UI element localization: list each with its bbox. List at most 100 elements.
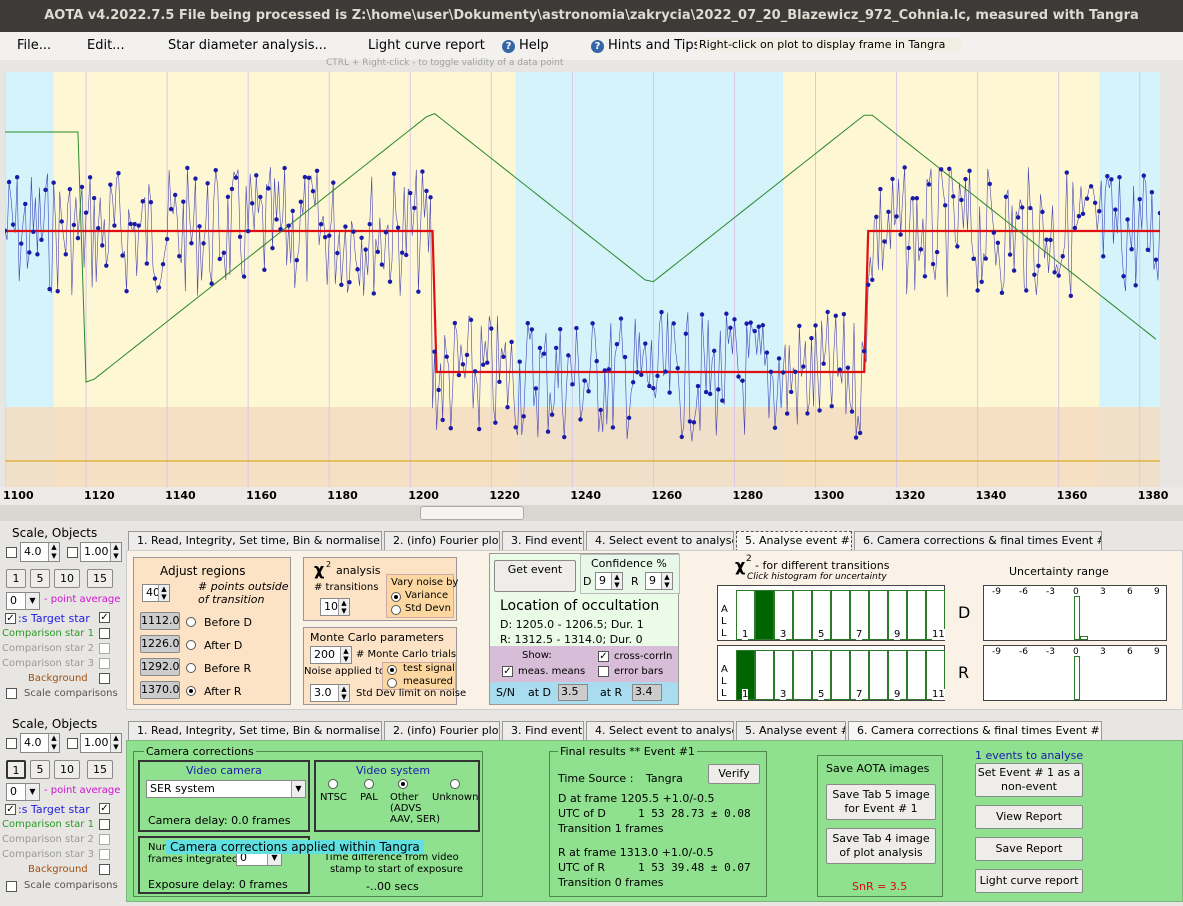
spin-arrows-icon[interactable]: ▲ ▼ xyxy=(340,647,351,663)
background-checkbox[interactable] xyxy=(99,673,110,684)
std-devn-radio[interactable] xyxy=(391,605,401,615)
tab-camera-corrections[interactable]: 6. Camera corrections & final times Even… xyxy=(854,531,1102,551)
pal-radio[interactable] xyxy=(364,779,374,789)
histogram-r[interactable]: A L L 1 3 5 7 9 11 xyxy=(717,645,945,701)
after-d-value[interactable]: 1226.0 xyxy=(140,635,180,653)
target-star-checkbox[interactable]: ✓ xyxy=(5,613,16,624)
test-signal-radio[interactable] xyxy=(387,665,397,675)
menu-file[interactable]: File... xyxy=(17,38,51,53)
spin-arrows-icon[interactable]: ▲ ▼ xyxy=(158,585,169,601)
spin-arrows-icon[interactable]: ▲ ▼ xyxy=(48,543,59,561)
tab-camera-corrections[interactable]: 6. Camera corrections & final times Even… xyxy=(848,721,1102,742)
menu-star-diameter[interactable]: Star diameter analysis... xyxy=(168,38,327,53)
scale-checkbox[interactable] xyxy=(6,738,17,749)
other-radio[interactable] xyxy=(398,779,408,789)
comparison-1-checkbox[interactable] xyxy=(99,819,110,830)
save-tab4-button[interactable]: Save Tab 4 image of plot analysis xyxy=(826,828,936,864)
menu-light-curve-report[interactable]: Light curve report xyxy=(368,38,485,53)
save-report-button[interactable]: Save Report xyxy=(975,837,1083,861)
get-event-button[interactable]: Get event xyxy=(494,560,576,592)
scale-checkbox[interactable] xyxy=(6,547,17,558)
tab-fourier[interactable]: 2. (info) Fourier plot xyxy=(384,531,500,551)
tab-find-events[interactable]: 3. Find events xyxy=(502,721,584,741)
plot-scrollbar[interactable] xyxy=(0,505,1160,521)
tab-fourier[interactable]: 2. (info) Fourier plot xyxy=(384,721,500,741)
light-curve-plot[interactable] xyxy=(5,72,1160,487)
bin-5-button[interactable]: 5 xyxy=(30,569,50,588)
bin-15-button[interactable]: 15 xyxy=(87,569,113,588)
spin-arrows-icon[interactable]: ▲ ▼ xyxy=(110,543,121,561)
point-average-select[interactable]: 0 ▼ xyxy=(6,592,40,610)
hist-bar[interactable] xyxy=(793,590,812,640)
tab-read-integrity[interactable]: 1. Read, Integrity, Set time, Bin & norm… xyxy=(128,531,382,551)
tab-select-event[interactable]: 4. Select event to analyse xyxy=(586,721,734,741)
menu-edit[interactable]: Edit... xyxy=(87,38,125,53)
bin-1-button[interactable]: 1 xyxy=(6,760,26,779)
after-r-value[interactable]: 1370.0 xyxy=(140,681,180,699)
comparison-3-checkbox[interactable] xyxy=(99,849,110,860)
error-bars-checkbox[interactable] xyxy=(598,666,609,677)
after-d-radio[interactable] xyxy=(186,640,196,650)
plot-scrollbar-thumb[interactable] xyxy=(420,506,524,520)
scale-comparisons-checkbox[interactable] xyxy=(6,688,17,699)
scale-checkbox-2[interactable] xyxy=(67,738,78,749)
spin-arrows-icon[interactable]: ▲ ▼ xyxy=(338,599,349,615)
menu-help[interactable]: ? Help xyxy=(502,38,549,53)
hist-bar[interactable] xyxy=(831,590,850,640)
scale-checkbox-2[interactable] xyxy=(67,547,78,558)
confidence-r-spinner[interactable]: 9 ▲ ▼ xyxy=(645,572,673,590)
before-d-value[interactable]: 1112.0 xyxy=(140,612,180,630)
hist-bar[interactable] xyxy=(831,650,850,700)
bin-15-button[interactable]: 15 xyxy=(87,760,113,779)
hist-bar[interactable] xyxy=(755,650,774,700)
point-average-select[interactable]: 0 ▼ xyxy=(6,783,40,801)
comparison-3-checkbox[interactable] xyxy=(99,658,110,669)
scale-spinner-right[interactable]: 1.00 ▲ ▼ xyxy=(80,542,122,562)
target-star-checkbox[interactable]: ✓ xyxy=(5,804,16,815)
hist-bar[interactable] xyxy=(907,590,926,640)
stddev-spinner[interactable]: 3.0 ▲ ▼ xyxy=(310,684,350,702)
spin-arrows-icon[interactable]: ▲ ▼ xyxy=(48,734,59,752)
save-tab5-button[interactable]: Save Tab 5 image for Event # 1 xyxy=(826,784,936,820)
before-r-value[interactable]: 1292.0 xyxy=(140,658,180,676)
tab-select-event[interactable]: 4. Select event to analyse xyxy=(586,531,734,551)
bin-10-button[interactable]: 10 xyxy=(54,569,80,588)
histogram-d[interactable]: A L L 1 3 5 7 9 11 xyxy=(717,585,945,641)
comparison-2-checkbox[interactable] xyxy=(99,643,110,654)
before-r-radio[interactable] xyxy=(186,663,196,673)
before-d-radio[interactable] xyxy=(186,617,196,627)
comparison-2-checkbox[interactable] xyxy=(99,834,110,845)
background-checkbox[interactable] xyxy=(99,864,110,875)
target-star-scale-checkbox[interactable]: ✓ xyxy=(99,803,110,814)
scroll-right-arrow[interactable] xyxy=(1160,505,1183,521)
menu-hints[interactable]: ? Hints and Tips xyxy=(591,38,700,53)
camera-select[interactable]: SER system ▼ xyxy=(146,780,306,798)
trials-spinner[interactable]: 200 ▲ ▼ xyxy=(310,646,352,664)
after-r-radio[interactable] xyxy=(186,686,196,696)
confidence-d-spinner[interactable]: 9 ▲ ▼ xyxy=(595,572,623,590)
variance-radio[interactable] xyxy=(391,592,401,602)
tab-read-integrity[interactable]: 1. Read, Integrity, Set time, Bin & norm… xyxy=(128,721,382,741)
bin-5-button[interactable]: 5 xyxy=(30,760,50,779)
target-star-scale-checkbox[interactable]: ✓ xyxy=(99,612,110,623)
lc-report-button[interactable]: Light curve report xyxy=(975,869,1083,893)
unknown-radio[interactable] xyxy=(450,779,460,789)
tab-analyse-event[interactable]: 5. Analyse event #1 xyxy=(736,531,852,552)
spin-arrows-icon[interactable]: ▲ ▼ xyxy=(661,573,672,589)
spin-arrows-icon[interactable]: ▲ ▼ xyxy=(110,734,121,752)
transitions-spinner[interactable]: 10 ▲ ▼ xyxy=(320,598,350,616)
ntsc-radio[interactable] xyxy=(328,779,338,789)
bin-10-button[interactable]: 10 xyxy=(54,760,80,779)
scale-comparisons-checkbox[interactable] xyxy=(6,881,17,892)
hist-bar[interactable] xyxy=(907,650,926,700)
spin-arrows-icon[interactable]: ▲ ▼ xyxy=(611,573,622,589)
points-outside-spinner[interactable]: 40 ▲ ▼ xyxy=(142,584,170,602)
hist-bar[interactable] xyxy=(869,650,888,700)
set-non-event-button[interactable]: Set Event # 1 as a non-event xyxy=(975,763,1083,797)
verify-button[interactable]: Verify xyxy=(708,764,760,784)
scale-spinner-left[interactable]: 4.0 ▲ ▼ xyxy=(20,733,60,753)
hist-bar[interactable] xyxy=(793,650,812,700)
cross-corr-checkbox[interactable]: ✓ xyxy=(598,651,609,662)
spin-arrows-icon[interactable]: ▲ ▼ xyxy=(338,685,349,701)
comparison-1-checkbox[interactable] xyxy=(99,628,110,639)
